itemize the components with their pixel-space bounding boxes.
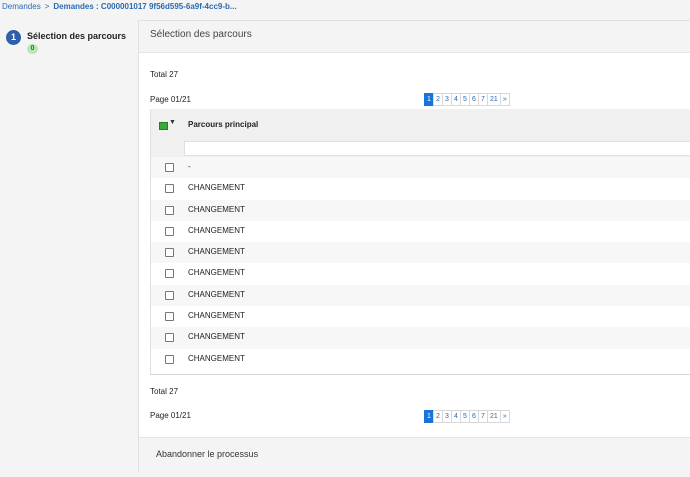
- table-row[interactable]: CHANGEMENT: [151, 348, 690, 370]
- pager-page-button[interactable]: 21: [487, 410, 501, 423]
- abandon-process-button[interactable]: Abandonner le processus: [156, 449, 258, 459]
- pagination-bottom: 1 2 3 4 5 6 7 21»: [424, 410, 510, 423]
- row-parcours-cell: CHANGEMENT: [188, 247, 245, 257]
- row-checkbox[interactable]: [165, 354, 174, 364]
- caret-down-icon[interactable]: ▼: [169, 119, 176, 126]
- pager-next-button[interactable]: »: [499, 410, 510, 423]
- breadcrumb-root-link[interactable]: Demandes: [2, 2, 41, 11]
- parcours-table: ▼ Parcours principal - CHANGEMENT CHANGEME…: [150, 109, 690, 375]
- row-checkbox[interactable]: [165, 333, 174, 343]
- row-parcours-cell: CHANGEMENT: [188, 332, 245, 342]
- table-row[interactable]: CHANGEMENT: [151, 284, 690, 307]
- row-parcours-cell: CHANGEMENT: [188, 353, 245, 363]
- row-checkbox[interactable]: [165, 312, 174, 322]
- column-filter-input[interactable]: [184, 141, 690, 156]
- row-checkbox[interactable]: [165, 184, 174, 194]
- table-row[interactable]: -: [151, 157, 690, 179]
- row-checkbox[interactable]: [165, 248, 174, 258]
- pager-next-button[interactable]: »: [499, 93, 510, 106]
- step-count-badge: 0: [27, 44, 38, 54]
- table-row[interactable]: CHANGEMENT: [151, 327, 690, 349]
- select-all-icon[interactable]: [159, 122, 168, 130]
- breadcrumb: Demandes > Demandes : C000001017 9f56d595-…: [2, 1, 237, 13]
- table-header: ▼ Parcours principal: [151, 109, 690, 157]
- footer-total-count: Total 27: [150, 387, 179, 396]
- table-row[interactable]: CHANGEMENT: [151, 306, 690, 328]
- row-parcours-cell: CHANGEMENT: [188, 268, 245, 278]
- row-parcours-cell: CHANGEMENT: [188, 311, 245, 321]
- table-row[interactable]: CHANGEMENT: [151, 242, 690, 264]
- row-checkbox[interactable]: [165, 226, 174, 236]
- panel-title: Sélection des parcours: [150, 29, 252, 40]
- step-number: 1: [6, 30, 21, 45]
- breadcrumb-current[interactable]: Demandes : C000001017 9f56d595-6a9f-4cc9…: [53, 2, 236, 11]
- page-indicator: Page 01/21: [150, 95, 191, 104]
- table-row[interactable]: CHANGEMENT: [151, 263, 690, 285]
- column-header-parcours[interactable]: Parcours principal: [188, 120, 258, 129]
- footer-page-indicator: Page 01/21: [150, 411, 191, 420]
- row-parcours-cell: -: [188, 162, 191, 171]
- pagination-top: 1 2 3 4 5 6 7 21»: [424, 93, 510, 106]
- row-checkbox[interactable]: [165, 269, 174, 279]
- panel-header: Sélection des parcours: [139, 21, 690, 53]
- action-bar: Abandonner le processus: [139, 437, 690, 473]
- row-parcours-cell: CHANGEMENT: [188, 183, 245, 193]
- pager-page-button[interactable]: 21: [487, 93, 501, 106]
- row-checkbox[interactable]: [165, 205, 174, 215]
- row-checkbox[interactable]: [165, 163, 174, 172]
- row-parcours-cell: CHANGEMENT: [188, 289, 245, 299]
- step-title: Sélection des parcours: [27, 31, 127, 41]
- table-row[interactable]: CHANGEMENT: [151, 178, 690, 200]
- chevron-right-icon: >: [44, 2, 50, 11]
- table-row[interactable]: CHANGEMENT: [151, 220, 690, 243]
- row-parcours-cell: CHANGEMENT: [188, 204, 245, 214]
- total-count: Total 27: [150, 70, 179, 79]
- row-checkbox[interactable]: [165, 290, 174, 300]
- row-parcours-cell: CHANGEMENT: [188, 225, 245, 235]
- table-body: - CHANGEMENT CHANGEMENT CHANGEMENT CHANGEMEN…: [151, 157, 690, 370]
- selection-panel: Sélection des parcours Total 27 Page 01/…: [138, 20, 690, 473]
- table-row[interactable]: CHANGEMENT: [151, 199, 690, 221]
